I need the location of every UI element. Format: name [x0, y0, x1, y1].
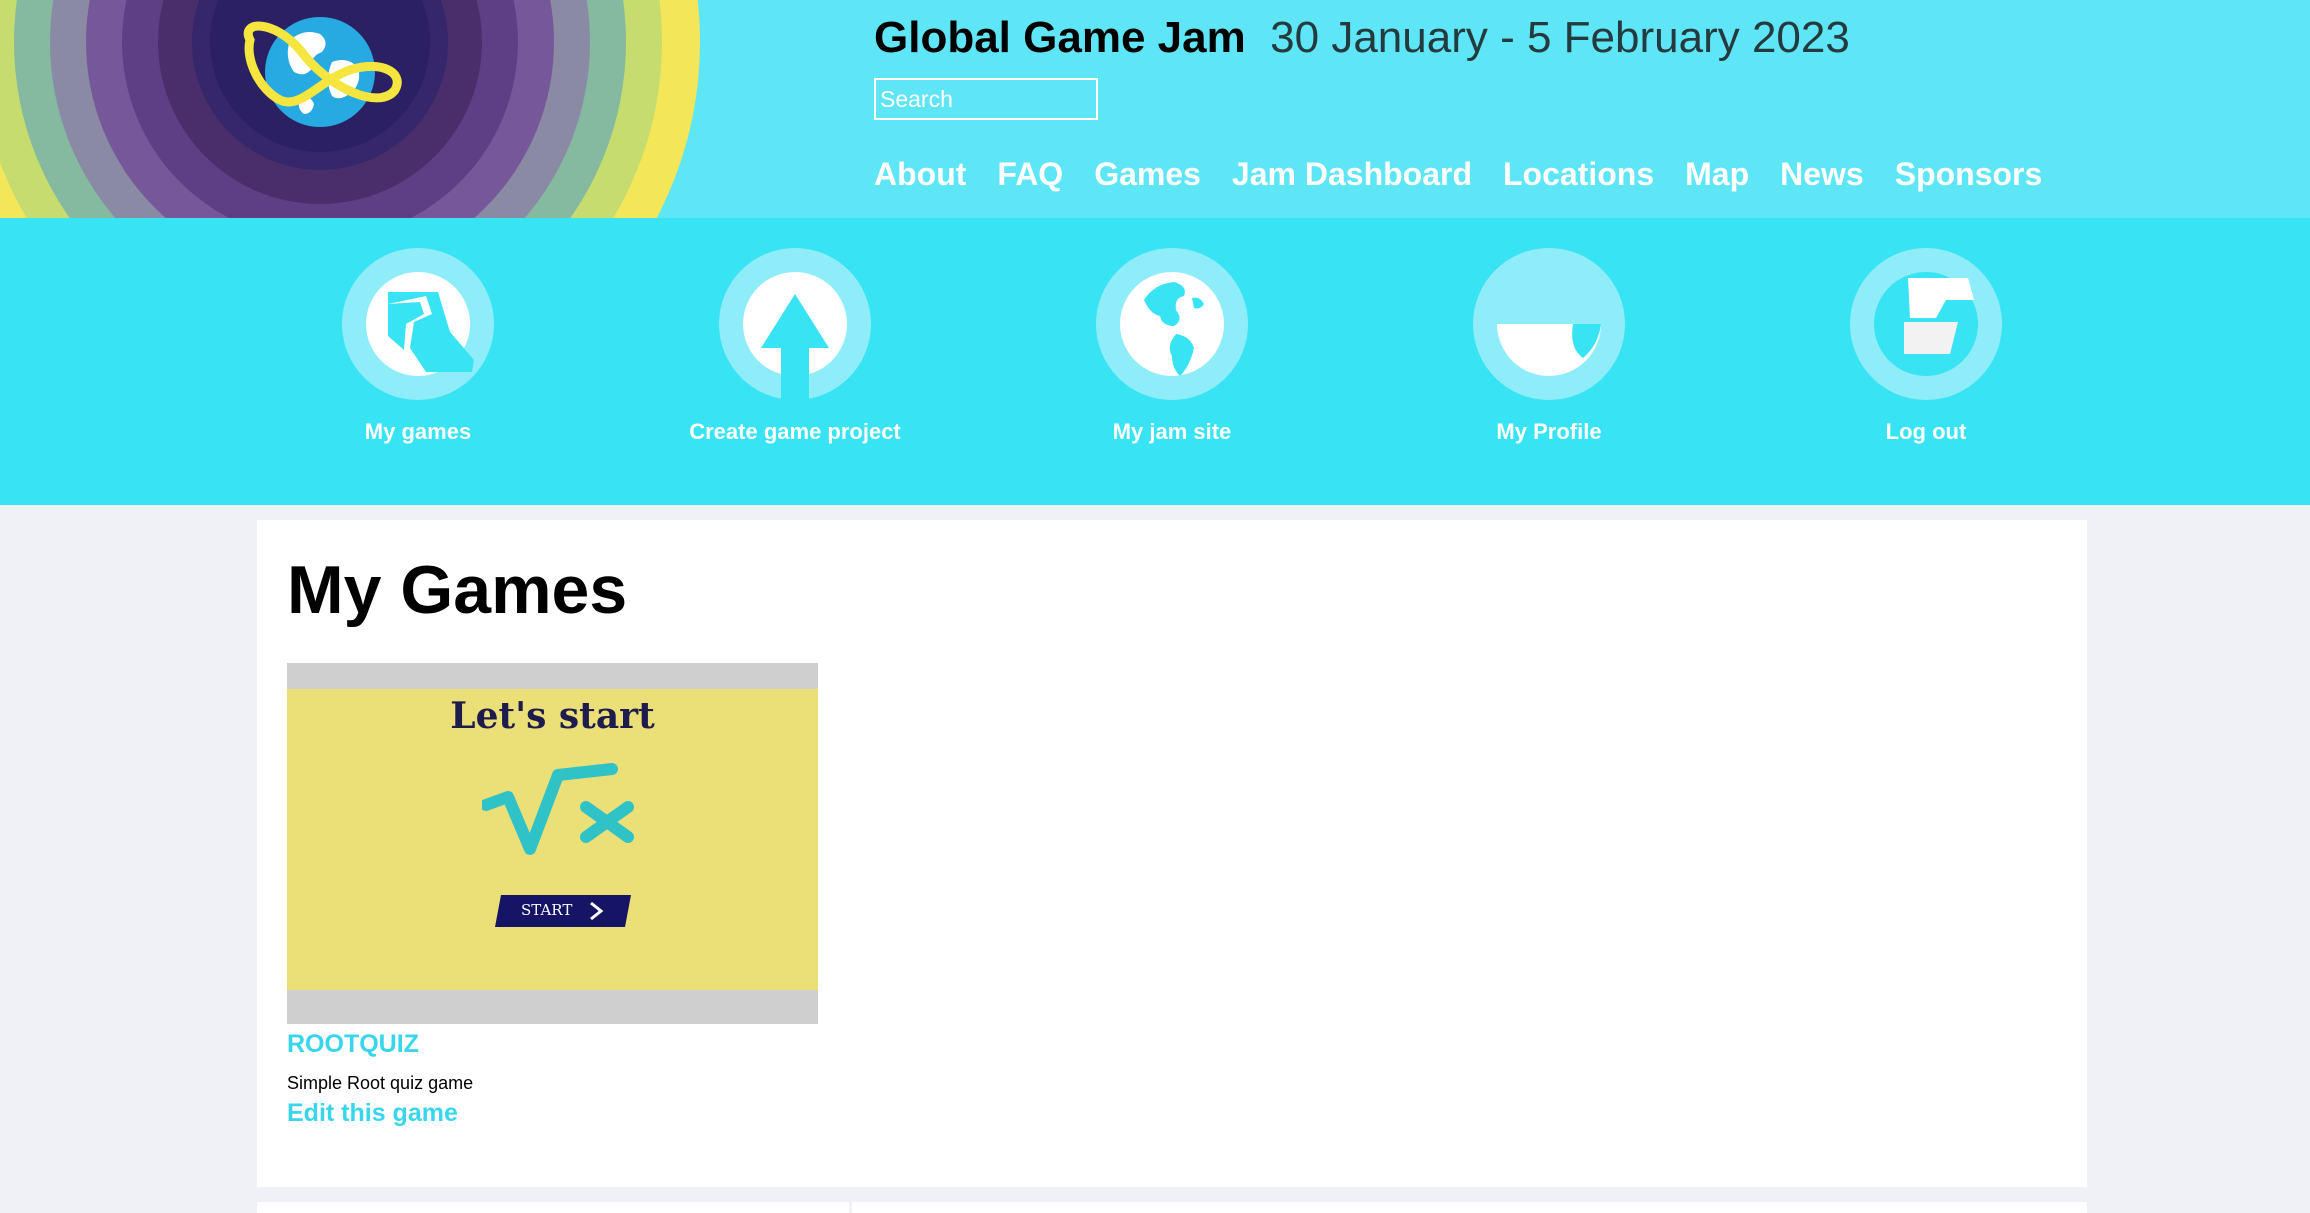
edit-game-link[interactable]: Edit this game: [287, 1097, 818, 1129]
logout-icon: [1850, 248, 2002, 400]
action-log-out[interactable]: Log out: [1816, 248, 2036, 447]
jam-dates: 30 January - 5 February 2023: [1270, 13, 1850, 62]
bottom-panel-right: [852, 1202, 2087, 1213]
action-my-jam-site[interactable]: My jam site: [1062, 248, 1282, 447]
game-title-link[interactable]: ROOTQUIZ: [287, 1027, 818, 1061]
search-input[interactable]: [874, 78, 1098, 120]
profile-icon: [1473, 248, 1625, 400]
action-label: My jam site: [1112, 419, 1232, 444]
upload-arrow-icon: [719, 248, 871, 400]
site-name[interactable]: Global Game Jam: [874, 13, 1246, 62]
game-thumbnail[interactable]: Let's start START: [287, 663, 818, 1024]
thumbnail-heading: Let's start: [450, 695, 655, 737]
action-label: My Profile: [1496, 419, 1602, 444]
nav-map[interactable]: Map: [1685, 156, 1749, 193]
main-content: My Games Let's start START ROOTQUIZ Simp…: [257, 520, 2087, 1187]
game-card: Let's start START ROOTQUIZ Simple Root q…: [287, 663, 818, 1129]
bottom-panel-left: [257, 1202, 849, 1213]
site-header: Global Game Jam 30 January - 5 February …: [0, 0, 2310, 218]
nav-sponsors[interactable]: Sponsors: [1895, 156, 2043, 193]
main-nav: About FAQ Games Jam Dashboard Locations …: [874, 156, 2042, 193]
thumbnail-start-text: START: [521, 901, 573, 919]
nav-about[interactable]: About: [874, 156, 966, 193]
nav-jam-dashboard[interactable]: Jam Dashboard: [1232, 156, 1472, 193]
page-title: My Games: [287, 552, 628, 628]
logo-rings-icon: [0, 0, 700, 218]
globe-icon: [1096, 248, 1248, 400]
game-description: Simple Root quiz game: [287, 1073, 474, 1093]
site-title: Global Game Jam 30 January - 5 February …: [874, 8, 1850, 68]
my-games-icon: [342, 248, 494, 400]
nav-locations[interactable]: Locations: [1503, 156, 1654, 193]
ggj-logo[interactable]: [0, 0, 700, 218]
square-root-icon: [482, 763, 634, 855]
action-label: My games: [364, 419, 472, 444]
action-my-profile[interactable]: My Profile: [1439, 248, 1659, 447]
action-create-game-project[interactable]: Create game project: [685, 248, 905, 447]
action-my-games[interactable]: My games: [308, 248, 528, 447]
nav-news[interactable]: News: [1780, 156, 1864, 193]
action-label: Log out: [1885, 419, 1967, 444]
nav-faq[interactable]: FAQ: [997, 156, 1063, 193]
nav-games[interactable]: Games: [1094, 156, 1201, 193]
user-action-bar: My games Create game project My jam site…: [0, 218, 2310, 505]
action-label: Create game project: [689, 419, 901, 444]
